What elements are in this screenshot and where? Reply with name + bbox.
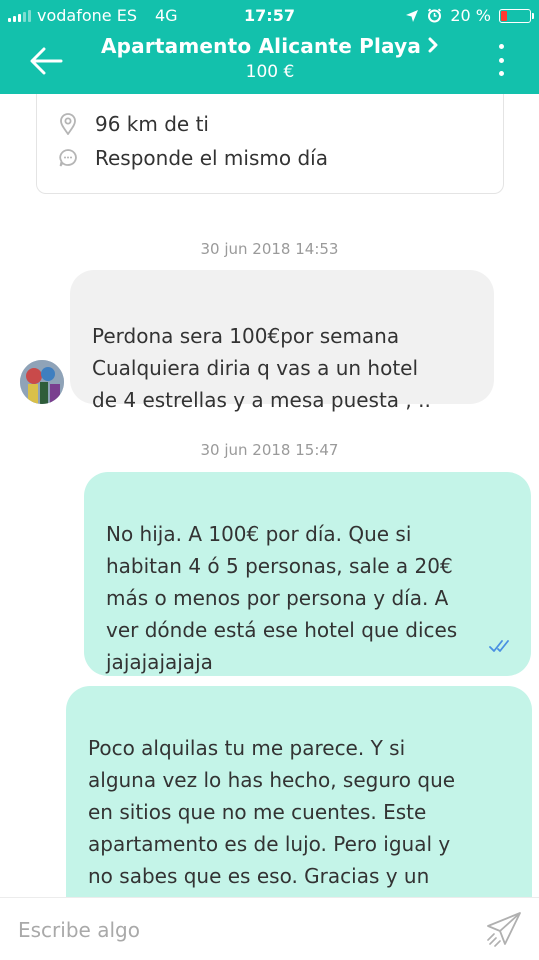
send-button[interactable]	[485, 910, 523, 948]
double-check-icon	[489, 598, 513, 662]
chat-header: Apartamento Alicante Playa 100 €	[0, 32, 539, 94]
location-pin-icon	[57, 113, 79, 135]
distance-text: 96 km de ti	[95, 112, 209, 136]
paper-plane-icon	[487, 912, 521, 947]
battery-icon	[499, 8, 534, 23]
more-vertical-icon[interactable]	[493, 42, 509, 78]
distance-row: 96 km de ti	[57, 112, 209, 136]
back-button[interactable]	[26, 44, 66, 78]
message-bubble-outgoing[interactable]: Poco alquilas tu me parece. Y si alguna …	[66, 686, 532, 920]
message-text: Poco alquilas tu me parece. Y si alguna …	[88, 736, 456, 920]
chat-bubble-icon	[57, 147, 79, 169]
message-bubble-incoming[interactable]: Perdona sera 100€por semana Cualquiera d…	[70, 270, 494, 412]
alarm-icon	[428, 8, 442, 23]
listing-title: Apartamento Alicante Playa	[100, 34, 422, 58]
arrow-left-icon	[30, 47, 63, 75]
chevron-right-icon	[427, 34, 439, 58]
response-text: Responde el mismo día	[95, 146, 328, 170]
message-composer	[0, 897, 539, 960]
message-input[interactable]	[18, 912, 458, 948]
listing-title-link[interactable]: Apartamento Alicante Playa 100 €	[70, 34, 470, 82]
message-text: No hija. A 100€ por día. Que si habitan …	[106, 522, 458, 674]
listing-price: 100 €	[245, 62, 295, 82]
avatar[interactable]	[20, 360, 64, 404]
location-arrow-icon	[406, 9, 419, 22]
message-timestamp: 30 jun 2018 15:47	[200, 441, 339, 459]
status-bar: vodafone ES 4G 17:57 20 %	[0, 0, 539, 32]
message-text: Perdona sera 100€por semana Cualquiera d…	[92, 324, 431, 412]
message-timestamp: 30 jun 2018 14:53	[200, 240, 339, 258]
header-title-row: Apartamento Alicante Playa	[70, 34, 470, 58]
battery-fill	[501, 10, 507, 21]
status-right: 20 %	[405, 6, 534, 25]
seller-info-card: 96 km de ti Responde el mismo día	[36, 94, 504, 194]
response-row: Responde el mismo día	[57, 146, 328, 170]
battery-percent: 20 %	[450, 6, 491, 25]
message-bubble-outgoing[interactable]: No hija. A 100€ por día. Que si habitan …	[84, 472, 531, 676]
